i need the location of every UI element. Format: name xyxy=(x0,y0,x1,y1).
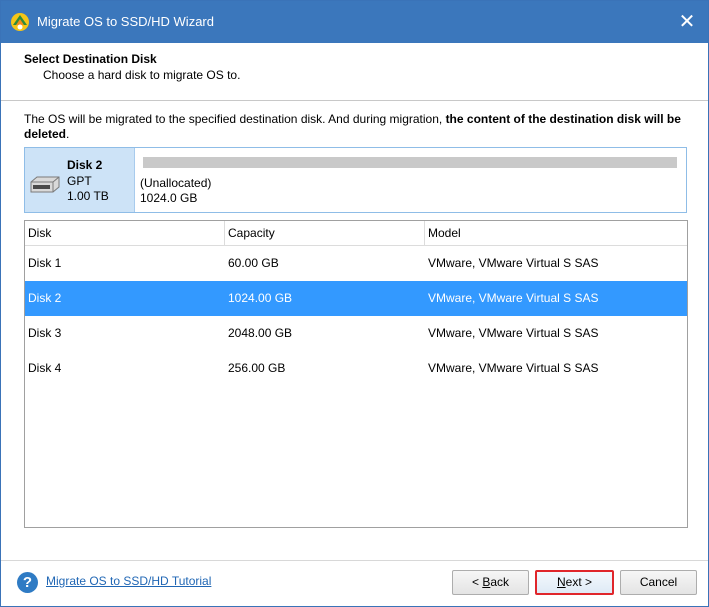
cell-model: VMware, VMware Virtual S SAS xyxy=(428,361,599,375)
back-button[interactable]: < Back xyxy=(452,570,529,595)
close-icon[interactable]: ✕ xyxy=(666,1,708,43)
table-header: Disk Capacity Model xyxy=(25,221,687,246)
disk-info-panel[interactable]: Disk 2 GPT 1.00 TB xyxy=(25,148,135,212)
page-subtitle: Choose a hard disk to migrate OS to. xyxy=(43,68,241,82)
question-icon[interactable]: ? xyxy=(17,572,38,593)
app-logo-icon xyxy=(11,13,29,31)
cell-capacity: 60.00 GB xyxy=(228,256,279,270)
cell-disk: Disk 3 xyxy=(28,326,62,340)
table-row[interactable]: Disk 4 256.00 GB VMware, VMware Virtual … xyxy=(25,351,687,386)
column-header-disk[interactable]: Disk xyxy=(25,221,225,246)
migration-notice: The OS will be migrated to the specified… xyxy=(24,112,694,142)
column-header-capacity[interactable]: Capacity xyxy=(225,221,425,246)
cell-capacity: 2048.00 GB xyxy=(228,326,293,340)
next-accelerator: N xyxy=(556,575,566,589)
disk-size: 1.00 TB xyxy=(67,189,109,203)
next-label-rest: ext > xyxy=(565,575,593,589)
table-row[interactable]: Disk 3 2048.00 GB VMware, VMware Virtual… xyxy=(25,316,687,351)
cell-model: VMware, VMware Virtual S SAS xyxy=(428,256,599,270)
window-title: Migrate OS to SSD/HD Wizard xyxy=(37,14,214,29)
partition-label: (Unallocated) xyxy=(140,176,212,190)
notice-end: . xyxy=(66,127,70,141)
page-title: Select Destination Disk xyxy=(24,52,157,66)
partition-size: 1024.0 GB xyxy=(140,191,198,205)
tutorial-link[interactable]: Migrate OS to SSD/HD Tutorial xyxy=(46,574,211,588)
cell-model: VMware, VMware Virtual S SAS xyxy=(428,291,599,305)
cell-model: VMware, VMware Virtual S SAS xyxy=(428,326,599,340)
disk-type: GPT xyxy=(67,174,92,188)
back-prefix: < xyxy=(471,575,483,589)
cancel-button[interactable]: Cancel xyxy=(620,570,697,595)
column-header-model[interactable]: Model xyxy=(425,221,687,246)
cell-capacity: 1024.00 GB xyxy=(228,291,293,305)
cell-capacity: 256.00 GB xyxy=(228,361,286,375)
wizard-header: Select Destination Disk Choose a hard di… xyxy=(1,43,708,101)
next-button[interactable]: Next > xyxy=(535,570,614,595)
cell-disk: Disk 2 xyxy=(28,291,62,305)
table-row-selected[interactable]: Disk 2 1024.00 GB VMware, VMware Virtual… xyxy=(25,281,687,316)
disk-map-card[interactable]: Disk 2 GPT 1.00 TB (Unallocated) 1024.0 … xyxy=(24,147,687,213)
cell-disk: Disk 4 xyxy=(28,361,62,375)
hard-disk-icon xyxy=(30,176,60,193)
wizard-window: Migrate OS to SSD/HD Wizard ✕ Select Des… xyxy=(0,0,709,607)
footer-divider xyxy=(1,560,708,561)
back-label-rest: ack xyxy=(490,575,510,589)
disk-name: Disk 2 xyxy=(67,158,103,172)
disk-table: Disk Capacity Model Disk 1 60.00 GB VMwa… xyxy=(24,220,688,528)
cell-disk: Disk 1 xyxy=(28,256,62,270)
notice-text: The OS will be migrated to the specified… xyxy=(24,112,446,126)
table-row[interactable]: Disk 1 60.00 GB VMware, VMware Virtual S… xyxy=(25,246,687,281)
partition-block[interactable]: (Unallocated) 1024.0 GB xyxy=(136,148,686,212)
title-bar[interactable]: Migrate OS to SSD/HD Wizard ✕ xyxy=(1,1,708,43)
partition-usage-bar xyxy=(143,157,677,168)
